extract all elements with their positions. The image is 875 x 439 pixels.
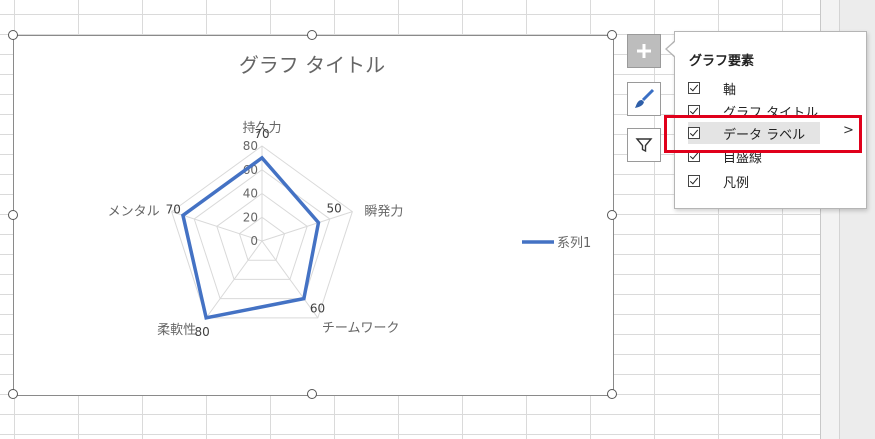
chart-title: グラフ タイトル [239,53,385,77]
chart-elements-button[interactable] [627,34,661,68]
data-label: 80 [195,325,210,339]
tick-label: 40 [243,187,258,201]
flyout-item-axes[interactable]: 軸 [688,77,820,99]
tick-label: 20 [243,210,258,224]
resize-handle-left[interactable] [8,210,18,220]
data-label: 60 [310,302,325,316]
axis-label: 柔軟性 [157,322,196,338]
axes-checkbox[interactable] [688,82,700,94]
flyout-title: グラフ要素 [689,54,755,69]
plus-icon [637,44,651,58]
axis-label: 瞬発力 [364,205,403,220]
chart-area[interactable]: グラフ タイトル 0 20 40 60 80 持久力 瞬発力 チームワーク 柔軟性 メンタル 70 50… [13,35,614,396]
funnel-icon [635,138,653,153]
flyout-item-legend[interactable]: 凡例 [688,170,820,192]
legend-label: 系列1 [557,236,591,251]
radar-chart: グラフ タイトル020406080持久力瞬発力チームワーク柔軟性メンタル7050… [108,53,592,339]
highlight-box [664,115,862,153]
chart-filters-button[interactable] [627,128,661,162]
tick-label: 0 [250,234,258,248]
data-label: 70 [254,127,269,141]
resize-handle-bottom[interactable] [307,389,317,399]
axis-spoke [261,211,353,242]
flyout-item-label: 凡例 [723,175,750,191]
flyout-item-label: 軸 [723,82,737,98]
legend-checkbox[interactable] [688,175,700,187]
resize-handle-bottom-left[interactable] [8,389,18,399]
resize-handle-top-right[interactable] [607,30,617,40]
axis-label: メンタル [108,205,160,220]
resize-handle-right[interactable] [607,210,617,220]
resize-handle-bottom-right[interactable] [607,389,617,399]
data-label: 50 [326,202,341,216]
resize-handle-top[interactable] [307,30,317,40]
resize-handle-top-left[interactable] [8,30,18,40]
flyout-pointer-fill [667,41,676,57]
axis-label: チームワーク [322,321,400,336]
chart-styles-button[interactable] [627,82,661,116]
data-label: 70 [166,202,181,216]
paintbrush-icon [635,88,655,108]
tick-label: 80 [243,139,258,153]
